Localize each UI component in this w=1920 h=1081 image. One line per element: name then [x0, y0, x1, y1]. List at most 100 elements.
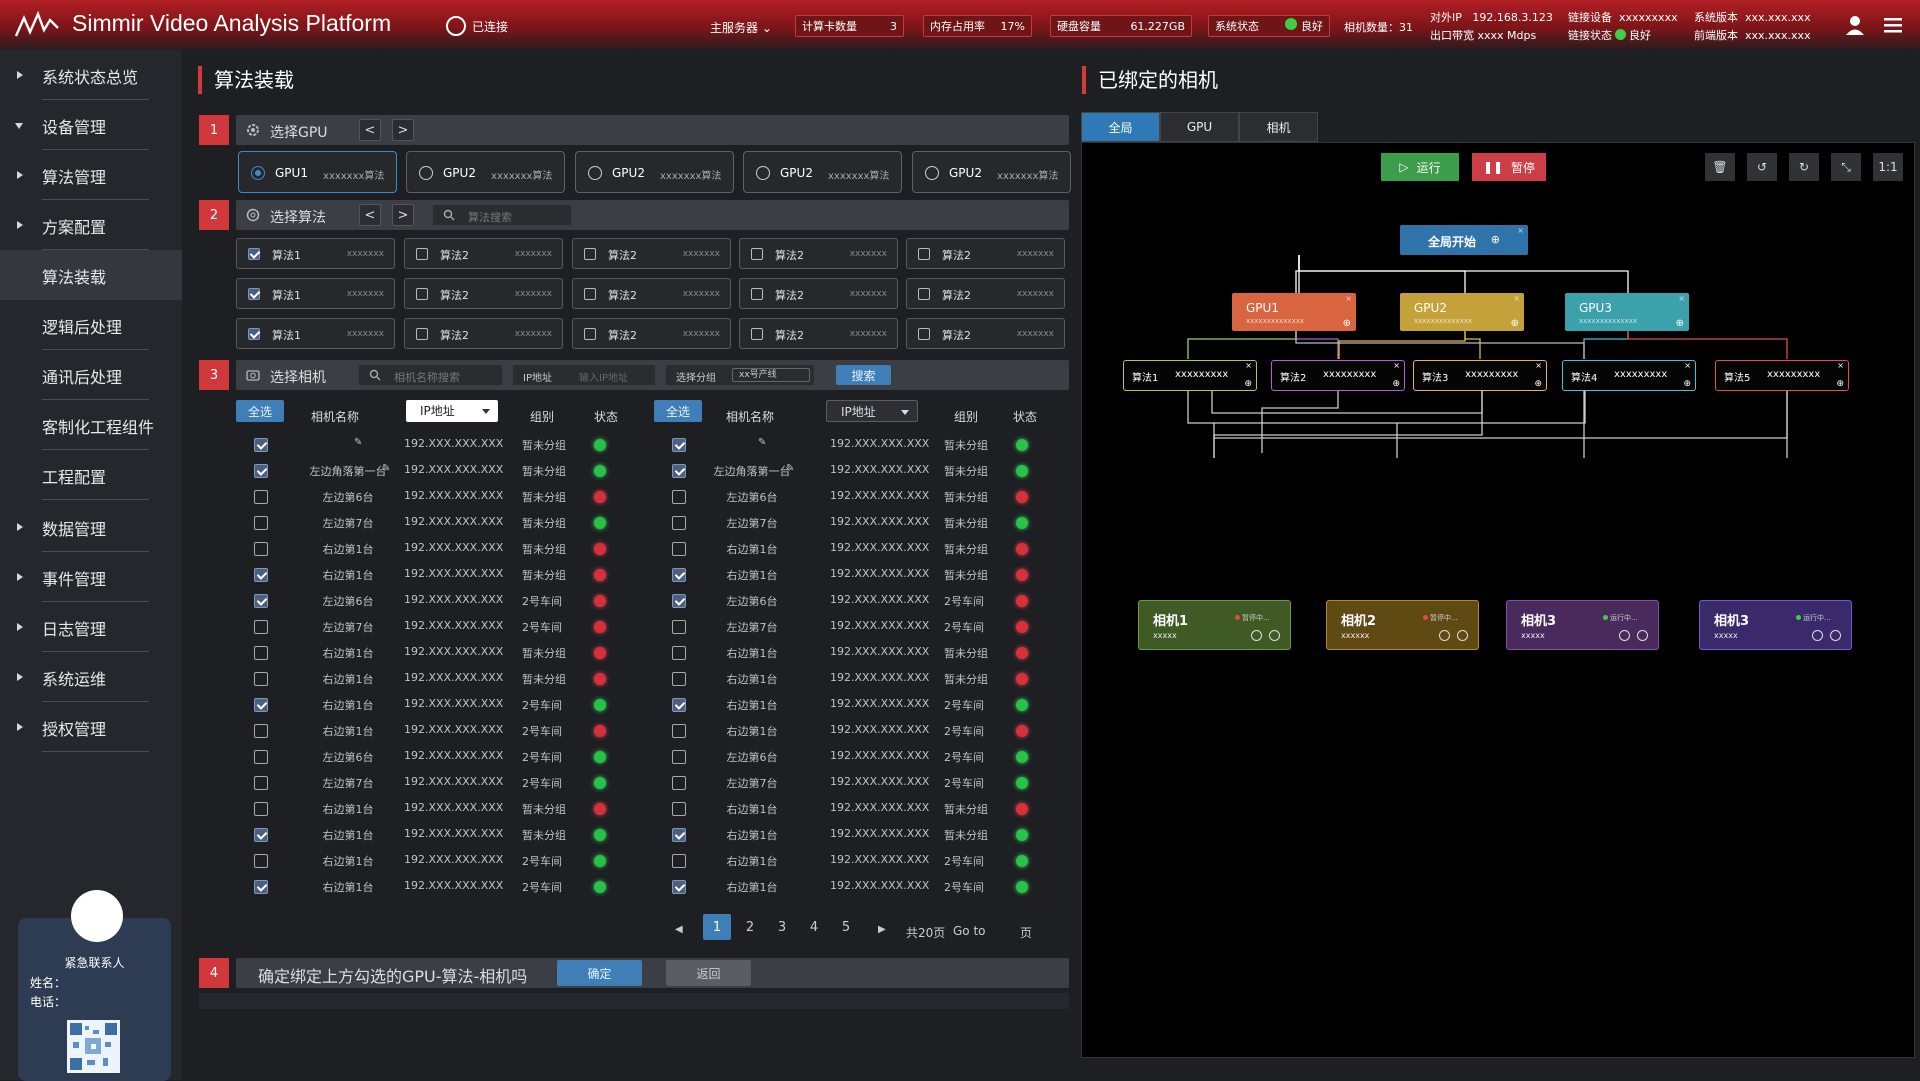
back-button[interactable]: 返回: [666, 960, 751, 986]
algorithm-node[interactable]: 算法2 xxxxxxxxx × ⊕: [1271, 360, 1405, 391]
checkbox-icon[interactable]: [416, 328, 428, 340]
tab-global[interactable]: 全局: [1081, 112, 1160, 142]
checkbox-icon[interactable]: [584, 328, 596, 340]
table-row[interactable]: 左边第7台 192.XXX.XXX.XXX 2号车间 左边第7台 192.XXX.XXX…: [236, 614, 1066, 640]
row-checkbox[interactable]: [672, 698, 686, 712]
row-checkbox[interactable]: [672, 854, 686, 868]
table-row[interactable]: 右边第1台 192.XXX.XXX.XXX 2号车间 右边第1台 192.XXX.XXX…: [236, 874, 1066, 900]
user-icon[interactable]: [1844, 14, 1866, 36]
checkbox-icon[interactable]: [918, 328, 930, 340]
checkbox-icon[interactable]: [416, 248, 428, 260]
nav-system-ops[interactable]: 系统运维: [0, 652, 182, 702]
row-checkbox[interactable]: [254, 828, 268, 842]
row-checkbox[interactable]: [254, 438, 268, 452]
nav-algorithm-management[interactable]: 算法管理: [0, 150, 182, 200]
table-row[interactable]: ✎ 192.XXX.XXX.XXX 暂未分组 ✎ 192.XXX.XXX.XXX 暂未分组: [236, 432, 1066, 458]
algorithm-node[interactable]: 算法3 xxxxxxxxx × ⊕: [1413, 360, 1547, 391]
nav-custom-components[interactable]: 客制化工程组件: [0, 400, 182, 450]
checkbox-icon[interactable]: [584, 288, 596, 300]
nav-device-management[interactable]: 设备管理: [0, 100, 182, 150]
table-row[interactable]: 右边第1台 192.XXX.XXX.XXX 暂未分组 右边第1台 192.XXX.XXX…: [236, 822, 1066, 848]
row-checkbox[interactable]: [672, 490, 686, 504]
row-checkbox[interactable]: [254, 620, 268, 634]
row-checkbox[interactable]: [254, 490, 268, 504]
algorithm-node[interactable]: 算法1 xxxxxxxxx × ⊕: [1123, 360, 1257, 391]
row-checkbox[interactable]: [254, 724, 268, 738]
nav-logic-postprocess[interactable]: 逻辑后处理: [0, 300, 182, 350]
row-checkbox[interactable]: [254, 698, 268, 712]
row-checkbox[interactable]: [254, 672, 268, 686]
table-row[interactable]: 右边第1台 192.XXX.XXX.XXX 暂未分组 右边第1台 192.XXX.XXX…: [236, 666, 1066, 692]
algorithm-option[interactable]: 算法2 xxxxxxx: [906, 318, 1065, 349]
algorithm-option[interactable]: 算法1 xxxxxxx: [236, 278, 395, 309]
camera-node[interactable]: 相机3 xxxxx 运行中...: [1506, 600, 1659, 650]
camera-node[interactable]: 相机2 xxxxxx 暂停中...: [1326, 600, 1479, 650]
row-checkbox[interactable]: [672, 646, 686, 660]
confirm-button[interactable]: 确定: [557, 960, 642, 986]
table-row[interactable]: 右边第1台 192.XXX.XXX.XXX 暂未分组 右边第1台 192.XXX.XXX…: [236, 796, 1066, 822]
select-all-right[interactable]: 全选: [654, 400, 702, 422]
gpu-option[interactable]: GPU2 xxxxxxx算法: [406, 151, 565, 193]
algorithm-option[interactable]: 算法2 xxxxxxx: [739, 278, 898, 309]
algorithm-option[interactable]: 算法2 xxxxxxx: [404, 278, 563, 309]
nav-system-overview[interactable]: 系统状态总览: [0, 50, 182, 100]
global-start-node[interactable]: 全局开始 ⊕ ×: [1400, 225, 1528, 255]
checkbox-icon[interactable]: [918, 248, 930, 260]
algorithm-option[interactable]: 算法2 xxxxxxx: [572, 318, 731, 349]
ip-sort-dropdown[interactable]: IP地址: [406, 400, 498, 422]
gpu-next-button[interactable]: >: [392, 119, 414, 141]
algorithm-option[interactable]: 算法2 xxxxxxx: [572, 278, 731, 309]
alg-prev-button[interactable]: <: [359, 204, 381, 226]
row-checkbox[interactable]: [672, 568, 686, 582]
algorithm-node[interactable]: 算法5 xxxxxxxxx × ⊕: [1715, 360, 1849, 391]
row-checkbox[interactable]: [254, 854, 268, 868]
prev-page-icon[interactable]: ◀: [675, 924, 683, 935]
table-row[interactable]: 右边第1台 192.XXX.XXX.XXX 暂未分组 右边第1台 192.XXX.XXX…: [236, 536, 1066, 562]
row-checkbox[interactable]: [254, 516, 268, 530]
group-filter-select[interactable]: 选择分组 xx号产线: [665, 364, 815, 386]
algorithm-option[interactable]: 算法1 xxxxxxx: [236, 318, 395, 349]
row-checkbox[interactable]: [672, 776, 686, 790]
table-row[interactable]: 左边第7台 192.XXX.XXX.XXX 2号车间 左边第7台 192.XXX.XXX…: [236, 770, 1066, 796]
page-button[interactable]: 2: [736, 914, 764, 940]
row-checkbox[interactable]: [254, 542, 268, 556]
nav-project-config[interactable]: 工程配置: [0, 450, 182, 500]
camera-node[interactable]: 相机1 xxxxx 暂停中...: [1138, 600, 1291, 650]
gpu-option[interactable]: GPU2 xxxxxxx算法: [575, 151, 734, 193]
gpu-node[interactable]: GPU3 xxxxxxxxxxxxxx × ⊕: [1565, 293, 1689, 331]
table-row[interactable]: 右边第1台 192.XXX.XXX.XXX 暂未分组 右边第1台 192.XXX.XXX…: [236, 562, 1066, 588]
topology-canvas[interactable]: ▷ 运行 ❚❚ 暂停 🗑 ↺ ↻ ⤡ 1:1 全局开始 ⊕ × GPU1 xxx…: [1081, 142, 1915, 1058]
gpu-option[interactable]: GPU2 xxxxxxx算法: [743, 151, 902, 193]
page-button[interactable]: 5: [832, 914, 860, 940]
table-row[interactable]: 左边角落第一台 ✎ 192.XXX.XXX.XXX 暂未分组 左边角落第一台 ✎ 192.X…: [236, 458, 1066, 484]
nav-comm-postprocess[interactable]: 通讯后处理: [0, 350, 182, 400]
checkbox-icon[interactable]: [918, 288, 930, 300]
camera-node[interactable]: 相机3 xxxxx 运行中...: [1699, 600, 1852, 650]
edit-icon[interactable]: ✎: [758, 437, 766, 448]
row-checkbox[interactable]: [254, 594, 268, 608]
row-checkbox[interactable]: [672, 880, 686, 894]
tab-gpu[interactable]: GPU: [1160, 112, 1239, 142]
algorithm-option[interactable]: 算法1 xxxxxxx: [236, 238, 395, 269]
row-checkbox[interactable]: [672, 620, 686, 634]
checkbox-icon[interactable]: [584, 248, 596, 260]
camera-search-button[interactable]: 搜索: [836, 365, 891, 385]
select-all-left[interactable]: 全选: [236, 400, 284, 422]
page-button[interactable]: 4: [800, 914, 828, 940]
row-checkbox[interactable]: [672, 542, 686, 556]
row-checkbox[interactable]: [672, 594, 686, 608]
row-checkbox[interactable]: [672, 672, 686, 686]
nav-data-management[interactable]: 数据管理: [0, 502, 182, 552]
nav-log-management[interactable]: 日志管理: [0, 602, 182, 652]
next-page-icon[interactable]: ▶: [878, 924, 886, 935]
table-row[interactable]: 左边第6台 192.XXX.XXX.XXX 2号车间 左边第6台 192.XXX.XXX…: [236, 744, 1066, 770]
camera-search-input[interactable]: 相机名称搜索: [358, 364, 503, 386]
checkbox-icon[interactable]: [248, 328, 260, 340]
checkbox-icon[interactable]: [416, 288, 428, 300]
gpu-node[interactable]: GPU1 xxxxxxxxxxxxxx × ⊕: [1232, 293, 1356, 331]
menu-icon[interactable]: [1882, 14, 1904, 36]
table-row[interactable]: 右边第1台 192.XXX.XXX.XXX 2号车间 右边第1台 192.XXX.XXX…: [236, 848, 1066, 874]
row-checkbox[interactable]: [672, 516, 686, 530]
algorithm-option[interactable]: 算法2 xxxxxxx: [404, 318, 563, 349]
tab-camera[interactable]: 相机: [1239, 112, 1318, 142]
